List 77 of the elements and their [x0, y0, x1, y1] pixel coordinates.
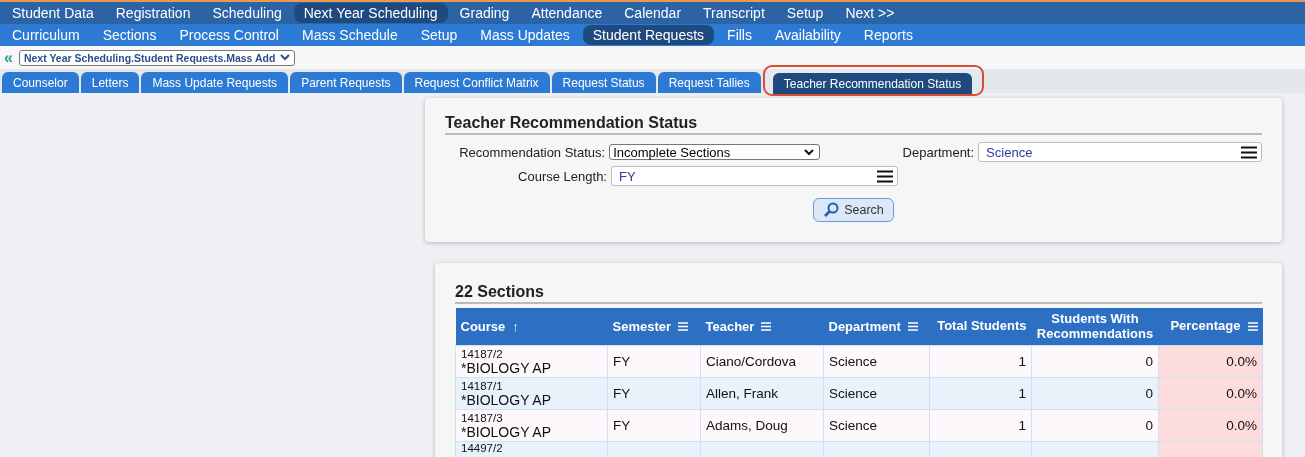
course-length-field[interactable]: FY — [611, 166, 898, 186]
chevron-down-icon — [803, 148, 814, 156]
sub-menu-item[interactable]: Reports — [853, 25, 923, 45]
field-label: Department: — [901, 144, 976, 160]
column-header[interactable]: Semester — [607, 308, 701, 346]
sub-menu-item[interactable]: Setup — [410, 25, 468, 45]
sort-indicator: ↑ — [512, 319, 519, 334]
main-menu-item[interactable]: Scheduling — [202, 3, 292, 23]
panel-title: Teacher Recommendation Status — [445, 114, 1262, 135]
back-link[interactable]: « — [4, 49, 13, 66]
field-label: Recommendation Status: — [458, 144, 607, 160]
table-cell: 1 — [929, 345, 1032, 378]
table-cell: FY — [607, 377, 701, 410]
breadcrumb-dropdown[interactable]: Next Year Scheduling.Student Requests.Mass Add — [18, 49, 296, 66]
tab[interactable]: Request Conflict Matrix — [403, 72, 550, 93]
tab[interactable]: Letters — [80, 72, 140, 93]
main-menu-item[interactable]: Next >> — [835, 3, 905, 23]
course-code: 14187/2 — [461, 347, 504, 360]
course-code: 14187/1 — [461, 379, 504, 392]
table-cell: FY — [607, 409, 701, 442]
sub-menu-item[interactable]: Mass Updates — [470, 25, 580, 45]
table-cell: Science — [823, 377, 930, 410]
tab[interactable]: Counselor — [2, 72, 79, 93]
course-name: *BIOLOGY AP — [461, 391, 552, 408]
tab[interactable]: Parent Requests — [290, 72, 402, 93]
table-cell: Adams, Doug — [700, 409, 824, 442]
table-cell: Allen, Frank — [700, 377, 824, 410]
department-field[interactable]: Science — [978, 142, 1262, 162]
search-icon — [823, 202, 840, 218]
sub-menu-item[interactable]: Curriculum — [2, 25, 90, 45]
table-cell: 0.0% — [1158, 409, 1263, 442]
course-name: *BIOLOGY AP — [461, 423, 552, 440]
column-header[interactable]: Course ↑ — [455, 308, 608, 346]
column-header[interactable]: Total Students — [929, 308, 1032, 346]
sub-menu-item[interactable]: Student Requests — [582, 25, 715, 45]
main-menu-item[interactable]: Transcript — [693, 3, 775, 23]
table-cell: Science — [823, 345, 930, 378]
sub-menu-item[interactable]: Fills — [717, 25, 762, 45]
column-header[interactable]: Students With Recommendations — [1031, 308, 1159, 346]
search-button[interactable]: Search — [813, 198, 894, 222]
menu-icon[interactable] — [877, 169, 893, 183]
tab[interactable]: Teacher Recommendation Status — [772, 73, 973, 94]
tab[interactable]: Mass Update Requests — [141, 72, 289, 93]
main-menu-item[interactable]: Attendance — [521, 3, 613, 23]
table-cell: 0.0% — [1158, 377, 1263, 410]
course-code: 14497/2 — [461, 442, 504, 454]
column-header[interactable]: Department — [823, 308, 930, 346]
panel-title: 22 Sections — [455, 283, 1262, 304]
recommendation-status-select[interactable]: Incomplete Sections — [609, 144, 820, 160]
main-menu-item[interactable]: Grading — [449, 3, 520, 23]
table-cell: 1 — [929, 409, 1032, 442]
main-menu-item[interactable]: Setup — [776, 3, 834, 23]
table-cell: Science — [823, 409, 930, 442]
table-cell: 0.0% — [1158, 345, 1263, 378]
column-header[interactable]: Teacher — [700, 308, 824, 346]
main-menu-item[interactable]: Student Data — [2, 3, 104, 23]
tab[interactable]: Request Status — [551, 72, 656, 93]
main-menu-item[interactable]: Registration — [105, 3, 201, 23]
table-cell: 0 — [1031, 345, 1159, 378]
sub-menu-item[interactable]: Sections — [92, 25, 167, 45]
table-cell: Ciano/Cordova — [700, 345, 824, 378]
table-cell: 0 — [1031, 409, 1159, 442]
table-cell: 1 — [929, 377, 1032, 410]
main-menu-item[interactable]: Calendar — [614, 3, 692, 23]
column-header[interactable]: Percentage — [1158, 308, 1263, 346]
sub-menu-item[interactable]: Process Control — [169, 25, 289, 45]
sub-menu-item[interactable]: Mass Schedule — [292, 25, 408, 45]
chevron-down-icon — [280, 54, 291, 61]
table-cell: FY — [607, 345, 701, 378]
course-code: 14187/3 — [461, 411, 504, 424]
sub-menu-item[interactable]: Availability — [764, 25, 851, 45]
field-label: Course Length: — [517, 168, 608, 184]
tab[interactable]: Request Tallies — [657, 72, 761, 93]
menu-icon[interactable] — [1241, 145, 1257, 159]
table-cell: 0 — [1031, 377, 1159, 410]
main-menu-item[interactable]: Next Year Scheduling — [293, 3, 448, 23]
course-name: *BIOLOGY AP — [461, 359, 552, 376]
